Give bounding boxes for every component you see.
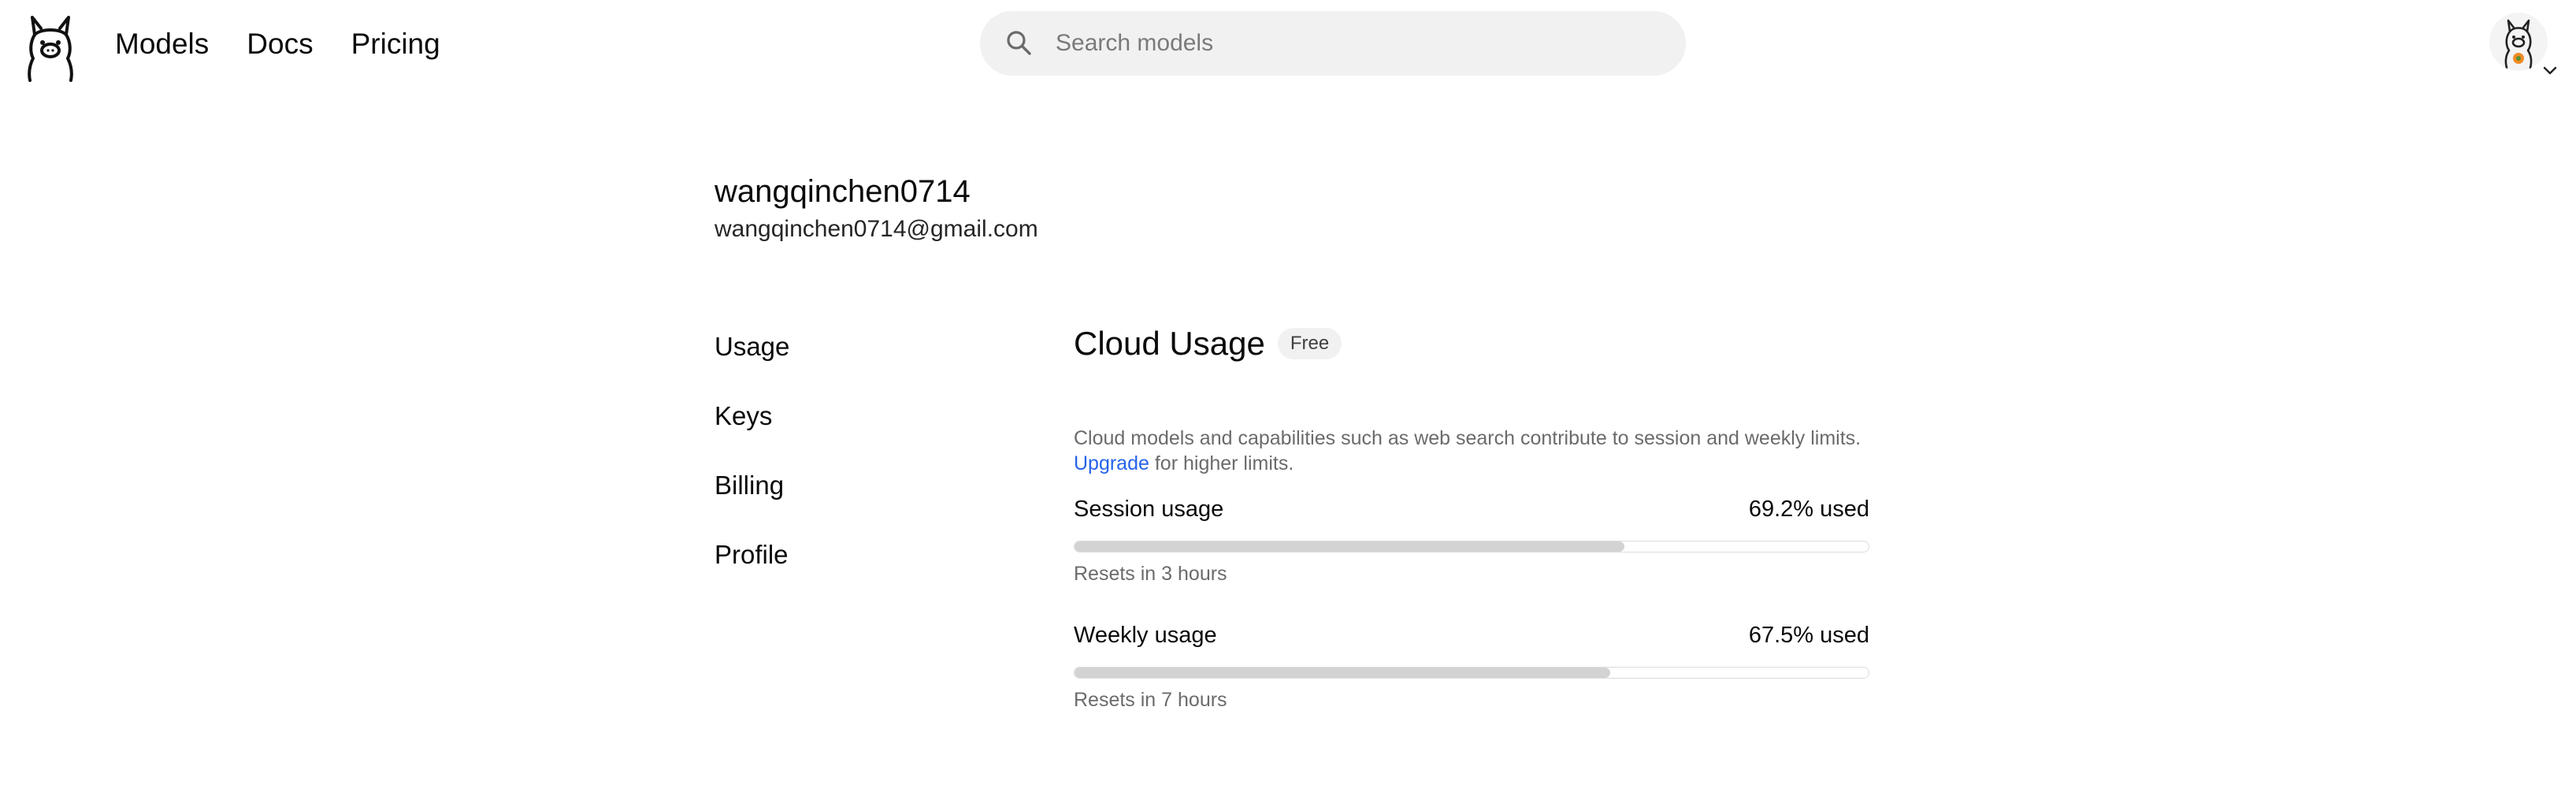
- usage-label: Session usage: [1074, 496, 1224, 522]
- sidebar-item-usage[interactable]: Usage: [715, 325, 998, 394]
- usage-label: Weekly usage: [1074, 622, 1217, 648]
- nav-link-models[interactable]: Models: [115, 22, 209, 66]
- llama-logo-icon[interactable]: [22, 11, 79, 82]
- page-title: Cloud Usage: [1074, 325, 1265, 362]
- usage-value: 67.5% used: [1748, 622, 1869, 648]
- upgrade-link[interactable]: Upgrade: [1074, 452, 1149, 474]
- account-username: wangqinchen0714: [715, 174, 971, 209]
- search-icon: [1004, 28, 1035, 59]
- usage-progress-fill: [1075, 541, 1624, 552]
- usage-value: 69.2% used: [1748, 496, 1869, 522]
- usage-progress-bar: [1074, 541, 1869, 552]
- avatar[interactable]: [2489, 13, 2548, 71]
- usage-head: Weekly usage 67.5% used: [1074, 618, 1869, 653]
- top-header: Models Docs Pricing: [0, 0, 2576, 88]
- nav-link-pricing[interactable]: Pricing: [351, 22, 440, 66]
- sidebar-item-keys[interactable]: Keys: [715, 394, 998, 463]
- usage-progress-bar: [1074, 667, 1869, 679]
- settings-sidebar: Usage Keys Billing Profile: [715, 325, 998, 602]
- usage-reset-text: Resets in 7 hours: [1074, 689, 1227, 711]
- weekly-usage: Weekly usage 67.5% used Resets in 7 hour…: [1074, 618, 1869, 713]
- session-usage: Session usage 69.2% used Resets in 3 hou…: [1074, 492, 1869, 587]
- title-row: Cloud Usage Free: [1074, 318, 1869, 369]
- usage-progress-fill: [1075, 668, 1611, 678]
- sidebar-item-billing[interactable]: Billing: [715, 463, 998, 533]
- sidebar-item-profile[interactable]: Profile: [715, 533, 998, 602]
- usage-panel: Cloud Usage Free Cloud models and capabi…: [1074, 318, 1869, 711]
- account-menu[interactable]: [2489, 13, 2562, 79]
- usage-head: Session usage 69.2% used: [1074, 492, 1869, 526]
- chevron-down-icon: [2541, 61, 2559, 79]
- nav-link-docs[interactable]: Docs: [247, 22, 313, 66]
- description-text: Cloud models and capabilities such as we…: [1074, 427, 1861, 449]
- search-input[interactable]: [1054, 29, 1653, 58]
- account-email: wangqinchen0714@gmail.com: [715, 216, 1038, 242]
- search-bar[interactable]: [980, 11, 1686, 76]
- usage-description: Cloud models and capabilities such as we…: [1074, 426, 1869, 476]
- usage-reset-text: Resets in 3 hours: [1074, 563, 1227, 585]
- description-suffix: for higher limits.: [1154, 452, 1294, 474]
- plan-badge: Free: [1277, 328, 1342, 359]
- llama-avatar-icon: [2504, 19, 2533, 69]
- main-nav: Models Docs Pricing: [115, 22, 440, 66]
